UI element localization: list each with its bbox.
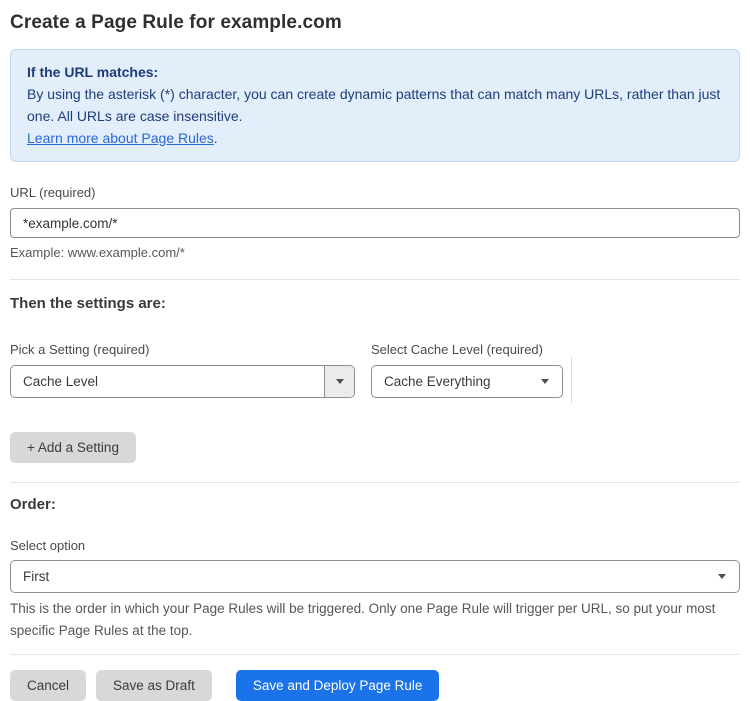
- page-title: Create a Page Rule for example.com: [10, 12, 342, 33]
- cache-level-select-label: Select Cache Level (required): [371, 342, 543, 357]
- chevron-down-icon: [335, 379, 344, 384]
- order-section-heading: Order:: [10, 496, 56, 513]
- order-select-label: Select option: [10, 538, 86, 553]
- order-helper-text: This is the order in which your Page Rul…: [10, 601, 716, 638]
- url-match-info-box: If the URL matches: By using the asteris…: [10, 49, 740, 162]
- setting-field: Pick a Setting (required) Cache Level: [10, 342, 355, 398]
- cache-level-select[interactable]: Cache Everything: [371, 365, 563, 398]
- setting-select-label: Pick a Setting (required): [10, 342, 150, 357]
- learn-more-link[interactable]: Learn more about Page Rules: [27, 130, 214, 146]
- info-box-link-line: Learn more about Page Rules.: [27, 127, 723, 149]
- url-helper-text: Example: www.example.com/*: [10, 245, 185, 260]
- order-select[interactable]: First: [10, 560, 740, 593]
- add-setting-button[interactable]: + Add a Setting: [10, 432, 136, 463]
- column-separator: [571, 357, 572, 403]
- page-rule-form: Create a Page Rule for example.com If th…: [0, 0, 750, 701]
- settings-section-heading: Then the settings are:: [10, 295, 166, 312]
- setting-select[interactable]: Cache Level: [10, 365, 355, 398]
- section-divider: [10, 654, 740, 655]
- form-actions: Cancel Save as Draft Save and Deploy Pag…: [10, 670, 740, 701]
- cache-level-field: Select Cache Level (required) Cache Ever…: [371, 342, 563, 398]
- cancel-button[interactable]: Cancel: [10, 670, 87, 701]
- chevron-down-icon: [541, 379, 549, 384]
- section-divider: [10, 482, 740, 483]
- info-box-body: By using the asterisk (*) character, you…: [27, 86, 721, 124]
- url-input[interactable]: [10, 208, 740, 238]
- setting-select-arrow-button[interactable]: [324, 366, 354, 397]
- order-select-value: First: [23, 569, 50, 584]
- url-field-label: URL (required): [10, 185, 96, 200]
- cache-level-select-value: Cache Everything: [384, 374, 491, 389]
- save-as-draft-button[interactable]: Save as Draft: [96, 670, 212, 701]
- link-suffix: .: [213, 130, 218, 146]
- setting-select-value: Cache Level: [23, 374, 99, 389]
- chevron-down-icon: [718, 574, 726, 579]
- info-box-heading: If the URL matches:: [27, 64, 159, 80]
- save-and-deploy-button[interactable]: Save and Deploy Page Rule: [235, 670, 440, 701]
- section-divider: [10, 279, 740, 280]
- settings-row: Pick a Setting (required) Cache Level Se…: [10, 342, 740, 403]
